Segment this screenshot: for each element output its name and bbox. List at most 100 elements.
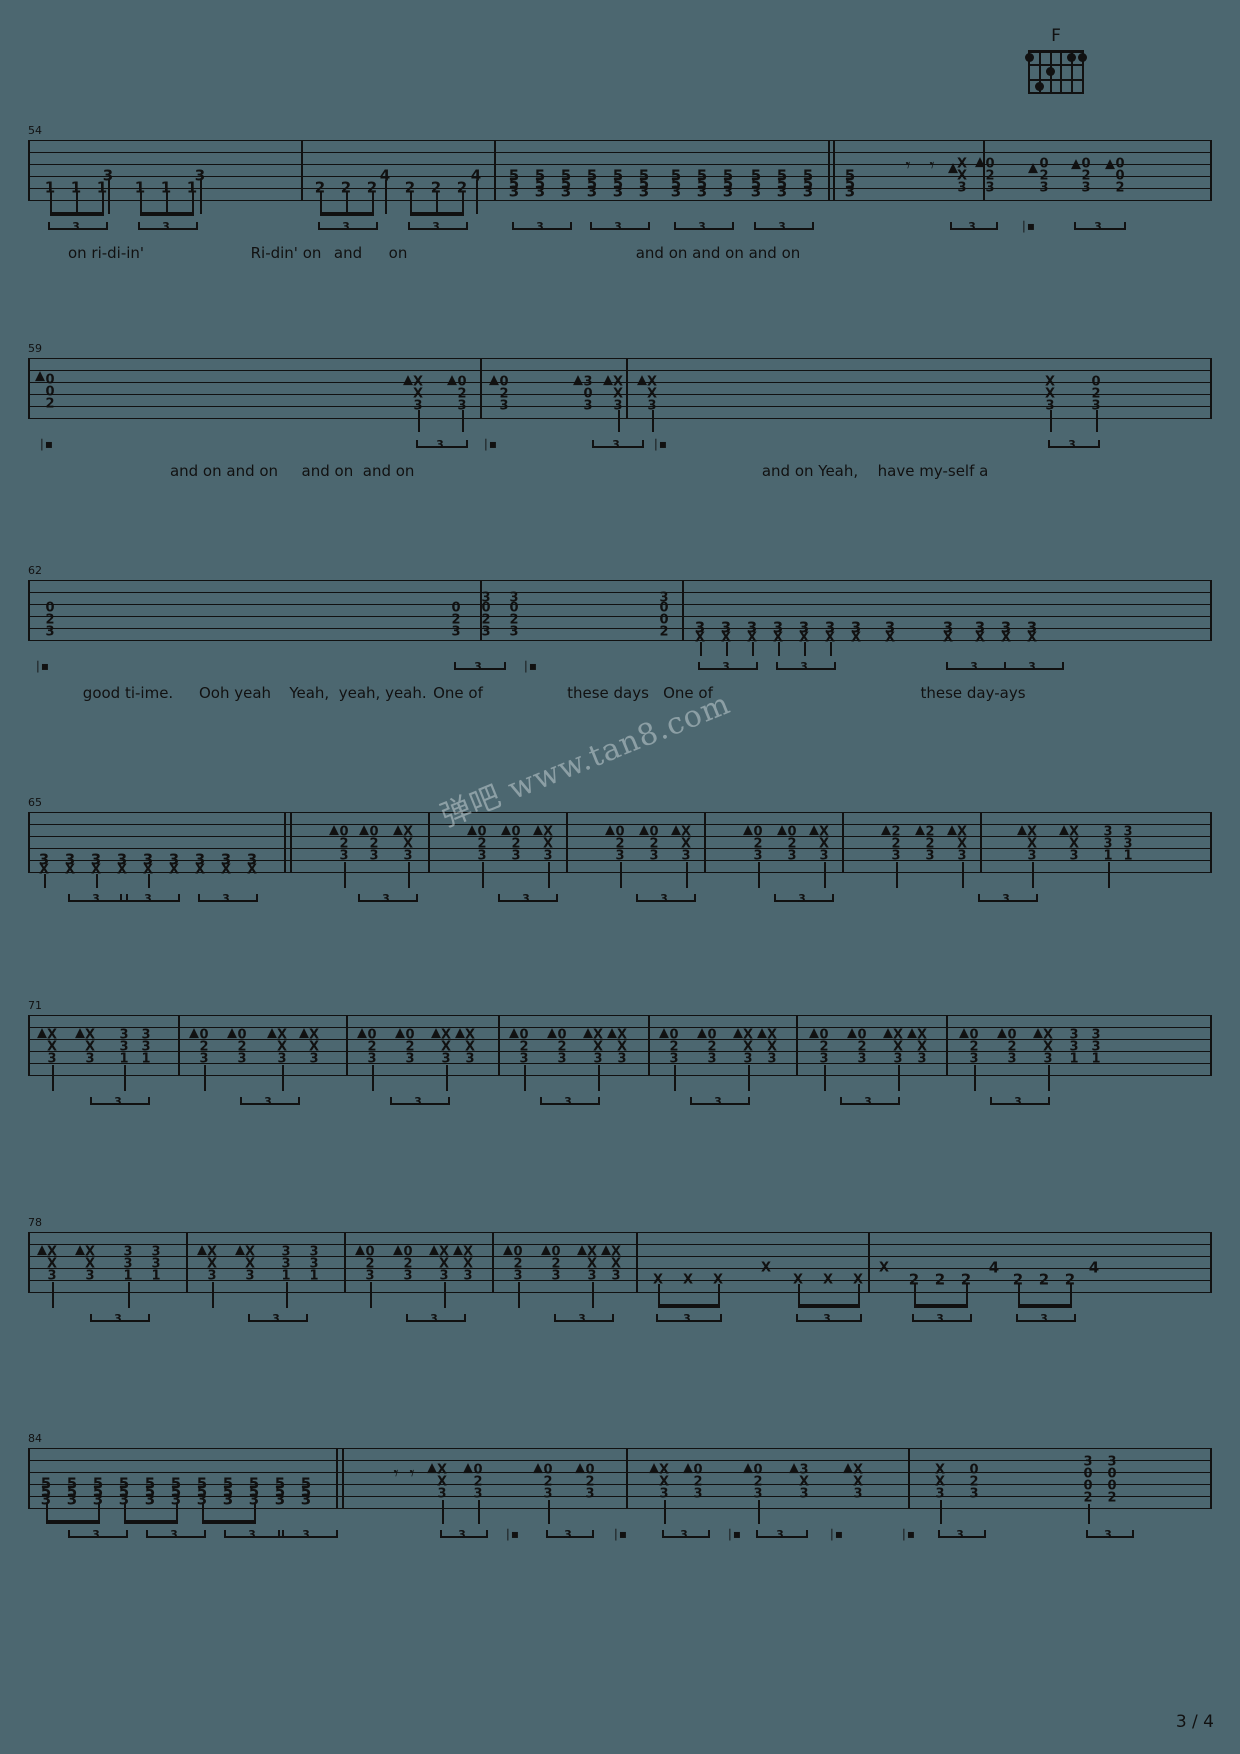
measure-number: 54 xyxy=(28,124,42,137)
strum-arrow: ▲ xyxy=(329,822,339,838)
lyric: One of xyxy=(433,684,483,702)
lyric: and xyxy=(333,244,363,262)
strum-arrow: ▲ xyxy=(453,1242,463,1258)
tuplet-number: 3 xyxy=(1094,220,1102,233)
strum-arrow: ▲ xyxy=(1033,1025,1043,1041)
tuplet-number: 3 xyxy=(936,1312,944,1325)
tuplet-number: 3 xyxy=(430,1312,438,1325)
system-2: 59 ▲ 0 0 2 ▲ X X 3 ▲ 0 2 3 ▲ 0 2 3 ▲ 3 0… xyxy=(28,342,1212,480)
strum-arrow: ▲ xyxy=(431,1025,441,1041)
strum-arrow: ▲ xyxy=(547,1025,557,1041)
barline xyxy=(566,812,568,873)
system-6: 78 ▲ X X 3 ▲ X X 3 3 3 1 3 3 1 ▲ X X 3 ▲… xyxy=(28,1216,1212,1342)
strum-arrow: ▲ xyxy=(75,1025,85,1041)
lyric: have my-self a xyxy=(877,462,989,480)
tuplet-number: 3 xyxy=(92,1528,100,1541)
system-1: 54 1 1 1 3 1 1 1 3 2 2 2 4 2 2 2 4 5 5 3… xyxy=(28,124,1212,262)
lyric: and on Yeah, xyxy=(761,462,859,480)
repeat-mark: ∣▪ xyxy=(726,1527,742,1541)
chord-string-3 xyxy=(1060,50,1063,94)
repeat-mark: ∣▪ xyxy=(900,1527,916,1541)
strum-arrow: ▲ xyxy=(583,1025,593,1041)
rest-symbol: 𝄾 xyxy=(905,154,911,177)
barline xyxy=(28,1232,30,1293)
strum-arrow: ▲ xyxy=(1028,160,1038,176)
chord-dot xyxy=(1025,53,1034,62)
tab-staff: 553 553 553 553 553 553 553 553 553 553 … xyxy=(28,1448,1212,1524)
strum-arrow: ▲ xyxy=(197,1242,207,1258)
tuplet-number: 3 xyxy=(968,220,976,233)
barline xyxy=(908,1448,910,1509)
barline xyxy=(301,140,303,201)
barline xyxy=(28,812,30,873)
system-end-barline xyxy=(1210,358,1212,419)
strum-arrow: ▲ xyxy=(881,822,891,838)
lyric: Yeah, yeah, yeah. xyxy=(289,684,427,702)
barline xyxy=(336,1448,338,1509)
lyric: good ti-ime. xyxy=(82,684,174,702)
barline xyxy=(648,1015,650,1076)
strum-arrow: ▲ xyxy=(235,1242,245,1258)
strum-arrow: ▲ xyxy=(997,1025,1007,1041)
system-end-barline xyxy=(1210,812,1212,873)
tab-staff: 0 2 3 0 2 3 3 0 2 3 3 0 2 3 3 0 0 2 3 3 … xyxy=(28,580,1212,656)
barline xyxy=(796,1015,798,1076)
tab-sheet-page: F 54 1 1 1 3 1 1 1 3 2 2 2 4 2 2 2 4 5 5… xyxy=(0,0,1240,1754)
barline xyxy=(344,1232,346,1293)
strum-arrow: ▲ xyxy=(403,372,413,388)
barline xyxy=(492,1232,494,1293)
strum-arrow: ▲ xyxy=(843,1460,853,1476)
barline xyxy=(626,1448,628,1509)
system-end-barline xyxy=(1210,140,1212,201)
measure-number: 84 xyxy=(28,1432,42,1445)
repeat-mark: ∣▪ xyxy=(652,437,668,451)
chord-fret-3 xyxy=(1028,92,1084,94)
tuplet-number: 3 xyxy=(382,892,390,905)
barline xyxy=(178,1015,180,1076)
strum-arrow: ▲ xyxy=(975,154,985,170)
tuplet-number: 3 xyxy=(800,660,808,673)
rest-symbol: 𝄾 xyxy=(393,1462,399,1485)
barline xyxy=(428,812,430,873)
barline xyxy=(346,1015,348,1076)
tuplet-number: 3 xyxy=(683,1312,691,1325)
tuplet-number: 3 xyxy=(170,1528,178,1541)
tuplet-number: 3 xyxy=(458,1528,466,1541)
strum-arrow: ▲ xyxy=(227,1025,237,1041)
tuplet-number: 3 xyxy=(956,1528,964,1541)
lyric: Ri-din' on xyxy=(250,244,322,262)
tuplet-number: 3 xyxy=(342,220,350,233)
tuplet-number: 3 xyxy=(864,1095,872,1108)
tuplet-number: 3 xyxy=(614,220,622,233)
strum-arrow: ▲ xyxy=(789,1460,799,1476)
chord-nut xyxy=(1028,50,1084,53)
tuplet-number: 3 xyxy=(248,1528,256,1541)
lyric: these days xyxy=(567,684,649,702)
tuplet-number: 3 xyxy=(1104,1528,1112,1541)
strum-arrow: ▲ xyxy=(743,1460,753,1476)
strum-arrow: ▲ xyxy=(659,1025,669,1041)
barline xyxy=(28,580,30,641)
tuplet-number: 3 xyxy=(162,220,170,233)
strum-arrow: ▲ xyxy=(575,1460,585,1476)
strum-arrow: ▲ xyxy=(915,822,925,838)
tab-staff: 3 3 3 3 3 3 3 3 3 X X X X X X X X X ▲ 0 … xyxy=(28,812,1212,888)
chord-dot xyxy=(1035,82,1044,91)
repeat-mark: ∣▪ xyxy=(522,659,538,673)
strum-arrow: ▲ xyxy=(959,1025,969,1041)
lyric: and on and on xyxy=(169,462,279,480)
measure-number: 71 xyxy=(28,999,42,1012)
tuplet-number: 3 xyxy=(114,1312,122,1325)
tuplet-number: 3 xyxy=(714,1095,722,1108)
tuplet-number: 3 xyxy=(1002,892,1010,905)
strum-arrow: ▲ xyxy=(847,1025,857,1041)
repeat-mark: ∣▪ xyxy=(38,437,54,451)
tuplet-number: 3 xyxy=(302,1528,310,1541)
chord-diagram-f: F xyxy=(1014,28,1098,94)
strum-arrow: ▲ xyxy=(393,1242,403,1258)
strum-arrow: ▲ xyxy=(489,372,499,388)
tuplet-number: 3 xyxy=(970,660,978,673)
tuplet-number: 3 xyxy=(474,660,482,673)
strum-arrow: ▲ xyxy=(947,822,957,838)
lyric: on xyxy=(388,244,408,262)
